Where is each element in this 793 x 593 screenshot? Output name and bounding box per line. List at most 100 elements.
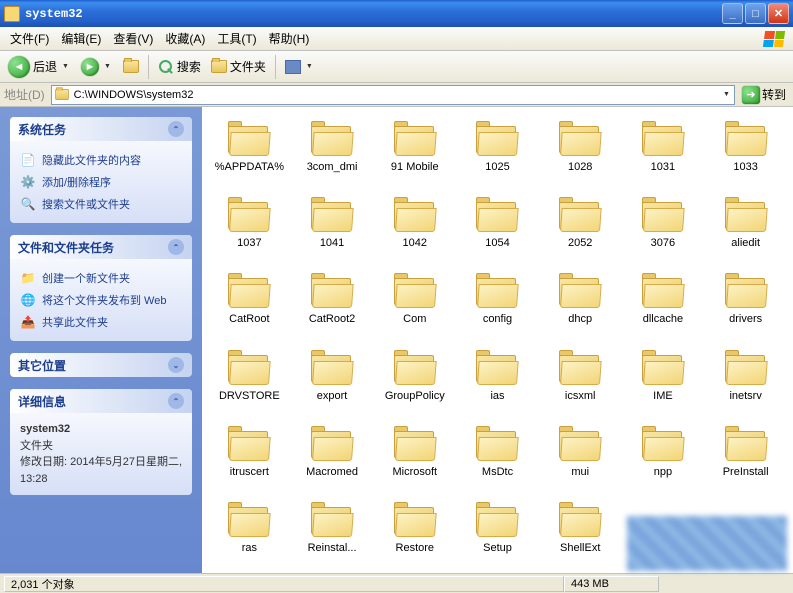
close-button[interactable]: ✕ <box>768 3 789 24</box>
folder-item[interactable]: 2052 <box>541 195 620 253</box>
task-link[interactable]: 🔍搜索文件或文件夹 <box>20 193 182 215</box>
folder-item[interactable]: inetsrv <box>706 348 785 406</box>
chevron-down-icon[interactable]: ▼ <box>721 91 732 98</box>
folder-item[interactable]: CatRoot <box>210 271 289 329</box>
folder-label: inetsrv <box>727 389 763 404</box>
folder-item[interactable]: mui <box>541 424 620 482</box>
details-header[interactable]: 详细信息 ⌃ <box>10 389 192 413</box>
folder-item[interactable]: 3com_dmi <box>293 119 372 177</box>
up-button[interactable] <box>119 58 143 75</box>
folder-icon <box>228 273 270 308</box>
folders-button[interactable]: 文件夹 <box>207 56 270 77</box>
folder-item[interactable]: npp <box>624 424 703 482</box>
folder-label: 1042 <box>401 236 429 251</box>
folder-icon <box>311 426 353 461</box>
menu-item[interactable]: 查看(V) <box>107 27 159 50</box>
folder-item[interactable]: ias <box>458 348 537 406</box>
folder-icon <box>311 350 353 385</box>
folder-item[interactable]: 1054 <box>458 195 537 253</box>
folder-item[interactable]: 91 Mobile <box>375 119 454 177</box>
menu-item[interactable]: 帮助(H) <box>263 27 316 50</box>
folder-item[interactable]: ShellExt <box>541 500 620 558</box>
back-button[interactable]: ◄ 后退 ▼ <box>4 54 75 80</box>
maximize-button[interactable]: □ <box>745 3 766 24</box>
toolbar: ◄ 后退 ▼ ► ▼ 搜索 文件夹 ▼ <box>0 51 793 83</box>
task-icon: 🔍 <box>20 196 36 212</box>
folder-icon <box>55 89 69 100</box>
folder-label: Microsoft <box>390 465 439 480</box>
task-icon: 📄 <box>20 152 36 168</box>
system-tasks-header[interactable]: 系统任务 ⌃ <box>10 117 192 141</box>
folder-icon <box>311 273 353 308</box>
task-link[interactable]: 📁创建一个新文件夹 <box>20 267 182 289</box>
task-link[interactable]: 🌐将这个文件夹发布到 Web <box>20 289 182 311</box>
folder-item[interactable]: Setup <box>458 500 537 558</box>
folder-item[interactable]: drivers <box>706 271 785 329</box>
forward-button[interactable]: ► ▼ <box>77 56 117 78</box>
file-pane[interactable]: %APPDATA%3com_dmi91 Mobile10251028103110… <box>202 107 793 573</box>
menu-item[interactable]: 工具(T) <box>211 27 262 50</box>
folder-item[interactable]: 1025 <box>458 119 537 177</box>
folder-label: ias <box>488 389 506 404</box>
folder-item[interactable]: dhcp <box>541 271 620 329</box>
folder-item[interactable]: itruscert <box>210 424 289 482</box>
back-label: 后退 <box>33 58 57 75</box>
go-button[interactable]: ➜ 转到 <box>739 85 789 105</box>
folder-icon <box>559 502 601 537</box>
folder-item[interactable]: MsDtc <box>458 424 537 482</box>
folder-item[interactable]: Com <box>375 271 454 329</box>
views-button[interactable]: ▼ <box>281 58 319 76</box>
folder-item[interactable]: PreInstall <box>706 424 785 482</box>
folder-item[interactable]: export <box>293 348 372 406</box>
folder-label: PreInstall <box>721 465 771 480</box>
folder-label: Restore <box>394 541 437 556</box>
folder-item[interactable]: 1031 <box>624 119 703 177</box>
folder-item[interactable]: 1037 <box>210 195 289 253</box>
menu-item[interactable]: 文件(F) <box>4 27 55 50</box>
panel-title: 文件和文件夹任务 <box>18 239 114 256</box>
details-type: 文件夹 <box>20 438 182 455</box>
folder-icon <box>725 426 767 461</box>
folder-item[interactable]: ras <box>210 500 289 558</box>
folder-label: dllcache <box>641 312 685 327</box>
folder-item[interactable]: CatRoot2 <box>293 271 372 329</box>
system-tasks-panel: 系统任务 ⌃ 📄隐藏此文件夹的内容⚙️添加/删除程序🔍搜索文件或文件夹 <box>10 117 192 223</box>
file-tasks-header[interactable]: 文件和文件夹任务 ⌃ <box>10 235 192 259</box>
folder-item[interactable]: dllcache <box>624 271 703 329</box>
folder-item[interactable]: IME <box>624 348 703 406</box>
folder-label: GroupPolicy <box>383 389 447 404</box>
menu-item[interactable]: 收藏(A) <box>159 27 211 50</box>
task-link[interactable]: ⚙️添加/删除程序 <box>20 171 182 193</box>
folder-icon <box>394 197 436 232</box>
folder-item[interactable]: 1028 <box>541 119 620 177</box>
search-icon <box>158 59 174 75</box>
address-input[interactable]: C:\WINDOWS\system32 ▼ <box>51 85 735 105</box>
folders-icon <box>211 60 227 73</box>
folder-item[interactable]: config <box>458 271 537 329</box>
folder-item[interactable]: Reinstal... <box>293 500 372 558</box>
menu-item[interactable]: 编辑(E) <box>55 27 107 50</box>
folder-label: config <box>481 312 514 327</box>
other-places-header[interactable]: 其它位置 ⌄ <box>10 353 192 377</box>
folder-item[interactable]: DRVSTORE <box>210 348 289 406</box>
task-link[interactable]: 📄隐藏此文件夹的内容 <box>20 149 182 171</box>
folder-item[interactable]: aliedit <box>706 195 785 253</box>
folder-item[interactable]: 1042 <box>375 195 454 253</box>
folder-label: Setup <box>481 541 514 556</box>
folder-item[interactable]: Restore <box>375 500 454 558</box>
folder-label: 3076 <box>649 236 677 251</box>
folder-item[interactable]: GroupPolicy <box>375 348 454 406</box>
task-link[interactable]: 📤共享此文件夹 <box>20 311 182 333</box>
folder-label: ras <box>240 541 259 556</box>
folder-item[interactable]: 3076 <box>624 195 703 253</box>
minimize-button[interactable]: _ <box>722 3 743 24</box>
search-button[interactable]: 搜索 <box>154 56 205 77</box>
folder-item[interactable]: Macromed <box>293 424 372 482</box>
folder-icon <box>642 273 684 308</box>
folder-item[interactable]: %APPDATA% <box>210 119 289 177</box>
folder-item[interactable]: 1041 <box>293 195 372 253</box>
windows-logo-icon <box>755 27 793 51</box>
folder-item[interactable]: icsxml <box>541 348 620 406</box>
folder-item[interactable]: Microsoft <box>375 424 454 482</box>
folder-item[interactable]: 1033 <box>706 119 785 177</box>
